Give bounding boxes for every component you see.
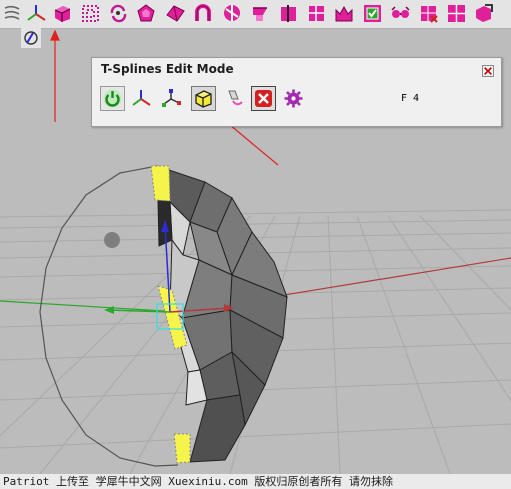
panel-close-button[interactable]	[482, 65, 494, 77]
status-bar: Patriot 上传至 学犀牛中文网 Xuexiniu.com 版权归原创者所有…	[0, 474, 511, 489]
disk-hole	[104, 232, 120, 248]
pentagon-icon[interactable]	[135, 2, 158, 25]
bridge-icon[interactable]	[305, 2, 328, 25]
scale-manipulator-button[interactable]	[159, 86, 184, 111]
grid-x-icon[interactable]	[417, 2, 440, 25]
slice-icon[interactable]	[277, 2, 300, 25]
crown-icon[interactable]	[333, 2, 356, 25]
edit-cube-button[interactable]	[191, 86, 216, 111]
panel-title: T-Splines Edit Mode	[101, 62, 234, 76]
window-grid-icon[interactable]	[445, 2, 468, 25]
rotate-arrows-icon[interactable]	[107, 2, 130, 25]
curve-icon[interactable]	[1, 2, 24, 25]
main-toolbar	[0, 0, 511, 29]
loft-icon[interactable]	[249, 2, 272, 25]
y-axis-line	[0, 300, 181, 313]
arrow-cube-icon[interactable]	[472, 2, 495, 25]
magnet-icon[interactable]	[192, 2, 215, 25]
settings-gear-button[interactable]	[281, 86, 306, 111]
tsplines-cube-icon[interactable]	[51, 2, 74, 25]
tsplines-edit-mode-panel: T-Splines Edit Mode F 4	[91, 57, 502, 127]
eraser-button[interactable]	[221, 86, 246, 111]
exit-mode-button[interactable]	[251, 86, 276, 111]
shortcut-label: F 4	[401, 93, 420, 104]
goggles-icon[interactable]	[389, 2, 412, 25]
select-box-icon[interactable]	[361, 2, 384, 25]
fold-icon[interactable]	[164, 2, 187, 25]
axis-tripod-icon[interactable]	[25, 2, 48, 25]
grid-points-icon[interactable]	[79, 2, 102, 25]
move-manipulator-button[interactable]	[129, 86, 154, 111]
twist-icon[interactable]	[221, 2, 244, 25]
power-toggle-button[interactable]	[100, 86, 125, 111]
